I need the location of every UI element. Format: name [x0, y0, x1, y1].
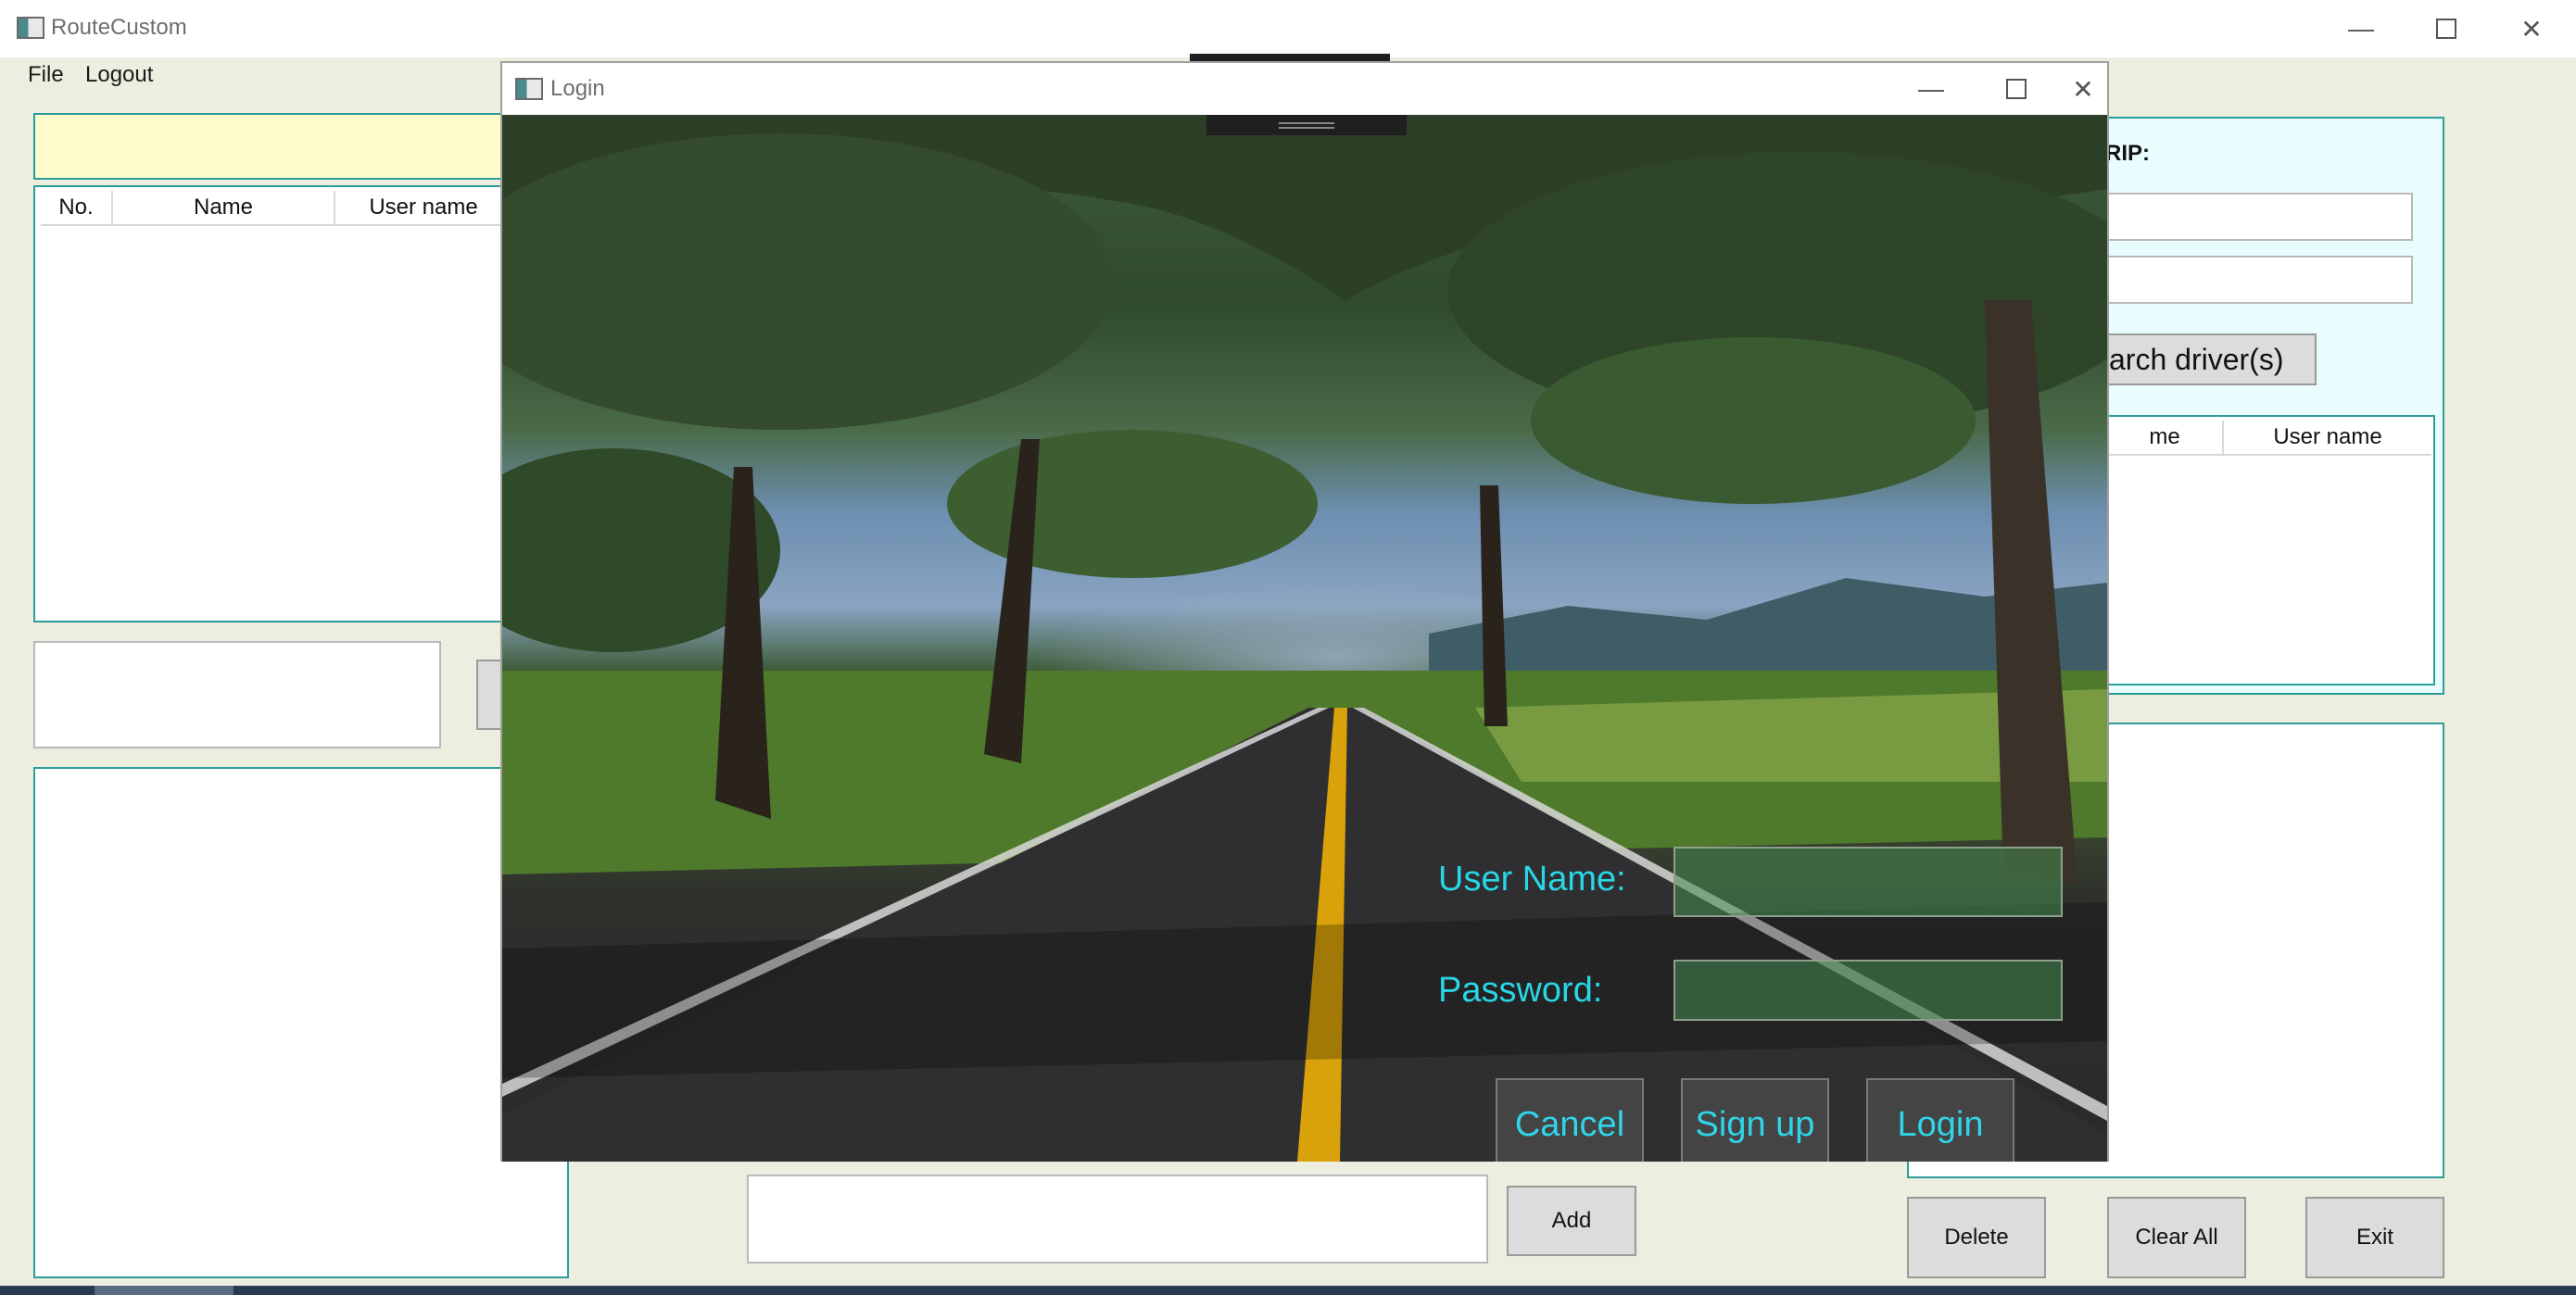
login-title-bar: Login — ✕ [502, 63, 2107, 115]
minimize-button[interactable]: — [2318, 0, 2404, 57]
window-title: RouteCustom [51, 15, 187, 40]
username-input[interactable] [1673, 847, 2063, 917]
trip-panel: RIP: arch driver(s) me User name [2103, 117, 2444, 695]
main-title-bar: RouteCustom — ✕ [0, 0, 2576, 57]
menu-logout[interactable]: Logout [80, 59, 158, 91]
trip-input-2[interactable] [2105, 256, 2413, 304]
driver-column-header-username[interactable]: User name [2224, 421, 2431, 456]
driver-column-header-name[interactable]: me [2107, 421, 2224, 456]
column-header-no[interactable]: No. [41, 191, 113, 226]
menu-file[interactable]: File [22, 59, 69, 91]
maximize-icon [2436, 19, 2456, 39]
column-header-name[interactable]: Name [113, 191, 335, 226]
add-input[interactable] [747, 1175, 1488, 1264]
login-button[interactable]: Login [1866, 1078, 2014, 1162]
clear-all-button[interactable]: Clear All [2107, 1197, 2246, 1278]
login-close-button[interactable]: ✕ [2059, 63, 2107, 115]
driver-list[interactable]: me User name [2105, 415, 2435, 685]
column-header-username[interactable]: User name [335, 191, 511, 226]
maximize-button[interactable] [2404, 0, 2489, 57]
login-minimize-button[interactable]: — [1888, 63, 1974, 115]
username-label: User Name: [1438, 860, 1626, 899]
taskbar-active-item [95, 1286, 234, 1295]
password-input[interactable] [1673, 960, 2063, 1021]
close-icon: ✕ [2520, 14, 2543, 44]
exit-button[interactable]: Exit [2305, 1197, 2444, 1278]
info-banner [33, 113, 506, 180]
left-text-field[interactable] [33, 641, 441, 748]
password-label: Password: [1438, 971, 1603, 1010]
app-icon [17, 17, 44, 39]
minimize-icon: — [1918, 74, 1944, 103]
login-dialog: Login — ✕ User Name: Password: Cancel Si… [500, 61, 2109, 1162]
login-title: Login [550, 76, 605, 101]
delete-button[interactable]: Delete [1907, 1197, 2046, 1278]
trip-label: RIP: [2105, 141, 2150, 166]
customer-list[interactable]: No. Name User name [33, 185, 511, 622]
dialog-drag-handle[interactable] [1206, 115, 1407, 135]
road-background-image: User Name: Password: Cancel Sign up Logi… [502, 115, 2107, 1162]
close-button[interactable]: ✕ [2489, 0, 2574, 57]
trip-input-1[interactable] [2105, 193, 2413, 241]
login-maximize-button[interactable] [1974, 63, 2059, 115]
login-app-icon [515, 78, 543, 100]
cancel-button[interactable]: Cancel [1496, 1078, 1644, 1162]
signup-button[interactable]: Sign up [1681, 1078, 1829, 1162]
drag-handle-strip [1190, 54, 1390, 61]
close-icon: ✕ [2072, 74, 2094, 104]
left-detail-box [33, 767, 569, 1278]
search-drivers-button[interactable]: arch driver(s) [2105, 333, 2317, 385]
add-button[interactable]: Add [1507, 1186, 1636, 1256]
taskbar-strip [0, 1286, 2576, 1295]
minimize-icon: — [2348, 14, 2374, 43]
maximize-icon [2006, 79, 2027, 99]
